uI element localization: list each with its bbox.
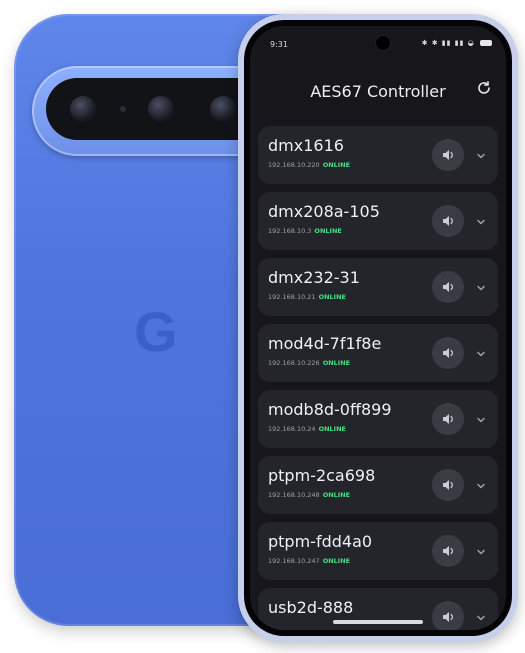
- device-card[interactable]: ptpm-fdd4a0 192.168.10.247 ONLINE: [258, 522, 498, 580]
- device-name: ptpm-fdd4a0: [268, 532, 373, 551]
- speaker-button[interactable]: [432, 601, 464, 630]
- chevron-down-icon[interactable]: [474, 280, 488, 294]
- speaker-button[interactable]: [432, 205, 464, 237]
- speaker-icon: [443, 282, 453, 292]
- speaker-icon: [443, 612, 453, 622]
- device-subtitle: 192.168.10.24 ONLINE: [268, 425, 346, 433]
- camera-lens-icon: [210, 96, 236, 122]
- device-name: usb2d-888: [268, 598, 354, 617]
- speaker-icon: [443, 348, 453, 358]
- device-name: ptpm-2ca698: [268, 466, 376, 485]
- device-card[interactable]: ptpm-2ca698 192.168.10.248 ONLINE: [258, 456, 498, 514]
- device-ip: 192.168.10.247: [268, 557, 320, 565]
- chevron-down-icon[interactable]: [474, 214, 488, 228]
- device-status: ONLINE: [318, 425, 346, 433]
- chevron-down-icon[interactable]: [474, 544, 488, 558]
- speaker-icon: [443, 546, 453, 556]
- device-ip: 192.168.10.220: [268, 161, 320, 169]
- google-logo: G: [134, 300, 178, 363]
- speaker-button[interactable]: [432, 403, 464, 435]
- device-status: ONLINE: [322, 161, 351, 169]
- device-ip: 192.168.10.3: [268, 227, 312, 235]
- chevron-down-icon[interactable]: [474, 610, 488, 624]
- device-name: modb8d-0ff899: [268, 400, 392, 419]
- device-subtitle: 192.168.10.247 ONLINE: [268, 557, 350, 565]
- device-ip: 192.168.10.21: [268, 293, 316, 301]
- phone-screen: 9:31 ✱ ✱ ▮▮ ▮▮ ◒ AES67 Controller dmx161…: [250, 26, 506, 630]
- device-subtitle: [268, 623, 271, 630]
- device-status: ONLINE: [314, 227, 342, 235]
- speaker-button[interactable]: [432, 535, 464, 567]
- device-subtitle: 192.168.10.220 ONLINE: [268, 161, 350, 169]
- phone-front: 9:31 ✱ ✱ ▮▮ ▮▮ ◒ AES67 Controller dmx161…: [238, 14, 518, 642]
- device-card[interactable]: modb8d-0ff899 192.168.10.24 ONLINE: [258, 390, 498, 448]
- status-icons-text: ✱ ✱ ▮▮ ▮▮ ◒: [421, 39, 475, 47]
- refresh-icon[interactable]: [474, 80, 494, 100]
- status-time: 9:31: [270, 40, 288, 49]
- device-name: dmx232-31: [268, 268, 360, 287]
- speaker-button[interactable]: [432, 469, 464, 501]
- app-title: AES67 Controller: [310, 82, 446, 101]
- speaker-button[interactable]: [432, 271, 464, 303]
- app-bar: AES67 Controller: [250, 64, 506, 118]
- device-ip: 192.168.10.248: [268, 491, 320, 499]
- flash-icon: [120, 106, 126, 112]
- device-subtitle: 192.168.10.248 ONLINE: [268, 491, 350, 499]
- chevron-down-icon[interactable]: [474, 478, 488, 492]
- device-subtitle: 192.168.10.3 ONLINE: [268, 227, 342, 235]
- device-name: dmx208a-105: [268, 202, 380, 221]
- device-card[interactable]: dmx208a-105 192.168.10.3 ONLINE: [258, 192, 498, 250]
- speaker-icon: [443, 150, 453, 160]
- device-status: ONLINE: [322, 491, 351, 499]
- chevron-down-icon[interactable]: [474, 148, 488, 162]
- chevron-down-icon[interactable]: [474, 412, 488, 426]
- device-status: ONLINE: [322, 557, 351, 565]
- device-subtitle: 192.168.10.21 ONLINE: [268, 293, 346, 301]
- device-list: dmx1616 192.168.10.220 ONLINE dmx208a-105 19…: [258, 126, 498, 630]
- speaker-icon: [443, 216, 453, 226]
- home-indicator[interactable]: [333, 620, 423, 624]
- camera-lens-icon: [148, 96, 174, 122]
- speaker-button[interactable]: [432, 337, 464, 369]
- device-status: ONLINE: [322, 359, 351, 367]
- device-subtitle: 192.168.10.226 ONLINE: [268, 359, 350, 367]
- speaker-icon: [443, 480, 453, 490]
- chevron-down-icon[interactable]: [474, 346, 488, 360]
- device-name: dmx1616: [268, 136, 344, 155]
- front-camera: [376, 36, 390, 50]
- phone-bezel: 9:31 ✱ ✱ ▮▮ ▮▮ ◒ AES67 Controller dmx161…: [244, 20, 512, 636]
- status-icons: ✱ ✱ ▮▮ ▮▮ ◒: [422, 39, 492, 47]
- device-status: ONLINE: [318, 293, 346, 301]
- device-card[interactable]: dmx232-31 192.168.10.21 ONLINE: [258, 258, 498, 316]
- device-card[interactable]: mod4d-7f1f8e 192.168.10.226 ONLINE: [258, 324, 498, 382]
- speaker-button[interactable]: [432, 139, 464, 171]
- device-card[interactable]: dmx1616 192.168.10.220 ONLINE: [258, 126, 498, 184]
- status-bar: 9:31 ✱ ✱ ▮▮ ▮▮ ◒: [250, 26, 506, 60]
- device-ip: 192.168.10.226: [268, 359, 320, 367]
- device-name: mod4d-7f1f8e: [268, 334, 382, 353]
- camera-lens-icon: [70, 96, 96, 122]
- device-ip: 192.168.10.24: [268, 425, 316, 433]
- speaker-icon: [443, 414, 453, 424]
- battery-icon: [480, 40, 492, 46]
